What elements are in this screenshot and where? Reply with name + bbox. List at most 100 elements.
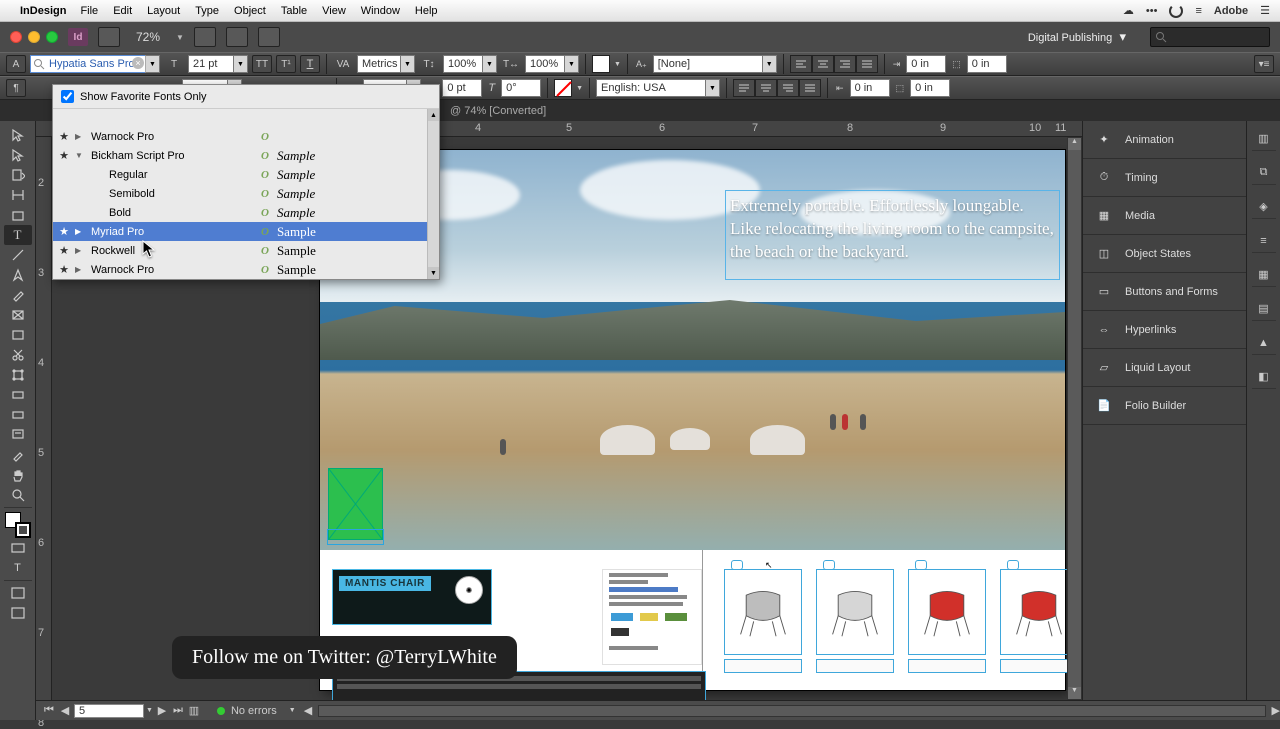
font-option-regular[interactable]: RegularOSample	[53, 165, 439, 184]
content-collector-tool[interactable]	[4, 205, 32, 225]
links-panel-icon[interactable]: ⧉	[1252, 161, 1276, 185]
justify-right-button[interactable]	[777, 79, 799, 97]
vertical-scrollbar[interactable]: ▲ ▼	[1067, 137, 1082, 700]
eyedropper-tool[interactable]	[4, 445, 32, 465]
zoom-tool[interactable]	[4, 485, 32, 505]
cc-libraries-icon[interactable]: ▲	[1252, 331, 1276, 355]
layers-panel-icon[interactable]: ◈	[1252, 195, 1276, 219]
justify-left-button[interactable]	[733, 79, 755, 97]
horizontal-scrollbar[interactable]	[318, 705, 1265, 717]
apply-container-icon[interactable]	[4, 538, 32, 558]
scissors-tool[interactable]	[4, 345, 32, 365]
char-style-field[interactable]: [None]▼	[653, 55, 777, 73]
direct-selection-tool[interactable]	[4, 145, 32, 165]
expand-icon[interactable]	[75, 227, 91, 236]
first-page-button[interactable]: ⏮	[42, 704, 56, 718]
menu-type[interactable]: Type	[195, 5, 219, 17]
page-tool[interactable]	[4, 165, 32, 185]
pages-panel-icon[interactable]: ▥	[1252, 127, 1276, 151]
open-pages-button[interactable]: ▥	[187, 704, 201, 718]
menu-file[interactable]: File	[80, 5, 98, 17]
vertical-ruler[interactable]: 2345678	[36, 137, 52, 700]
font-option-myriad-pro[interactable]: ★Myriad ProOSample	[53, 222, 439, 241]
stroke-panel-icon[interactable]: ≡	[1252, 229, 1276, 253]
panel-liquid-layout[interactable]: ▱Liquid Layout	[1083, 349, 1246, 387]
underline-button[interactable]: T	[300, 55, 320, 73]
panel-buttons-and-forms[interactable]: ▭Buttons and Forms	[1083, 273, 1246, 311]
menu-object[interactable]: Object	[234, 5, 266, 17]
free-transform-tool[interactable]	[4, 365, 32, 385]
panel-hyperlinks[interactable]: ⇔Hyperlinks	[1083, 311, 1246, 349]
character-formatting-mode[interactable]: A	[6, 55, 26, 73]
fill-stroke-swatches[interactable]	[5, 512, 31, 538]
stroke-dropdown-icon[interactable]: ▼	[576, 85, 583, 92]
favorite-star-icon[interactable]: ★	[53, 225, 75, 238]
font-size-field[interactable]: 21 pt▼	[188, 55, 248, 73]
indent-left-field[interactable]: 0 in	[906, 55, 946, 73]
help-search[interactable]	[1150, 27, 1270, 47]
language-field[interactable]: English: USA▼	[596, 79, 720, 97]
expand-icon[interactable]	[75, 265, 91, 274]
favorite-star-icon[interactable]: ★	[53, 130, 75, 143]
line-tool[interactable]	[4, 245, 32, 265]
menu-edit[interactable]: Edit	[113, 5, 132, 17]
favorite-star-icon[interactable]: ★	[53, 149, 75, 162]
font-family-field[interactable]: × ▼	[30, 55, 160, 73]
menubar-hamburger-icon[interactable]: ☰	[1260, 4, 1270, 17]
font-option-warnock-pro[interactable]: ★Warnock ProOSample	[53, 260, 439, 279]
menu-view[interactable]: View	[322, 5, 346, 17]
pencil-tool[interactable]	[4, 285, 32, 305]
expand-icon[interactable]	[75, 246, 91, 255]
dropdown-scrollbar[interactable]: ▲▼	[427, 109, 439, 279]
chair-thumb[interactable]	[908, 569, 986, 688]
chair-thumb[interactable]: ↖	[724, 569, 802, 688]
hand-tool[interactable]	[4, 465, 32, 485]
expand-icon[interactable]	[75, 151, 91, 160]
chair-caption[interactable]	[908, 659, 986, 673]
panel-folio-builder[interactable]: 📄Folio Builder	[1083, 387, 1246, 425]
gradient-tool[interactable]	[4, 385, 32, 405]
show-favorites-checkbox[interactable]	[61, 90, 74, 103]
placeholder-frame[interactable]	[328, 468, 383, 540]
chair-caption[interactable]	[816, 659, 894, 673]
close-window[interactable]	[10, 31, 22, 43]
panel-timing[interactable]: ⏱Timing	[1083, 159, 1246, 197]
color-panel-icon[interactable]: ▦	[1252, 263, 1276, 287]
pen-tool[interactable]	[4, 265, 32, 285]
next-page-button[interactable]: ▶	[155, 704, 169, 718]
vscale-field[interactable]: 100%▼	[443, 55, 497, 73]
baseline-field[interactable]: 0 pt	[442, 79, 482, 97]
zoom-dropdown-icon[interactable]: ▼	[176, 33, 184, 42]
favorite-star-icon[interactable]: ★	[53, 263, 75, 276]
view-mode-normal[interactable]	[4, 583, 32, 603]
fill-swatch[interactable]	[592, 55, 610, 73]
rectangle-tool[interactable]	[4, 325, 32, 345]
paragraph-formatting-mode[interactable]: ¶	[6, 79, 26, 97]
zoom-level[interactable]: 72%	[130, 30, 166, 44]
align-center-button[interactable]	[812, 55, 834, 73]
menu-layout[interactable]: Layout	[147, 5, 180, 17]
gradient-feather-tool[interactable]	[4, 405, 32, 425]
prev-page-button[interactable]: ◀	[58, 704, 72, 718]
space-after-field[interactable]: 0 in	[910, 79, 950, 97]
swatches-panel-icon[interactable]: ▤	[1252, 297, 1276, 321]
kerning-field[interactable]: Metrics▼	[357, 55, 415, 73]
zoom-window[interactable]	[46, 31, 58, 43]
hero-text-frame[interactable]: Extremely portable. Effortlessly loungab…	[725, 190, 1060, 280]
hscale-field[interactable]: 100%▼	[525, 55, 579, 73]
mantis-card[interactable]: MANTIS CHAIR ✺	[332, 569, 492, 625]
justify-center-button[interactable]	[755, 79, 777, 97]
panel-animation[interactable]: ✦Animation	[1083, 121, 1246, 159]
stroke-swatch[interactable]	[554, 79, 572, 97]
gap-tool[interactable]	[4, 185, 32, 205]
menu-table[interactable]: Table	[281, 5, 307, 17]
favorite-star-icon[interactable]: ★	[53, 244, 75, 257]
menu-window[interactable]: Window	[361, 5, 400, 17]
view-mode-preview[interactable]	[4, 603, 32, 623]
panel-media[interactable]: ▦Media	[1083, 197, 1246, 235]
type-tool[interactable]: T	[4, 225, 32, 245]
skew-field[interactable]: 0°	[501, 79, 541, 97]
panel-menu-icon[interactable]: ▾≡	[1254, 55, 1274, 73]
view-options-button[interactable]	[194, 27, 216, 47]
app-name[interactable]: InDesign	[20, 5, 66, 17]
